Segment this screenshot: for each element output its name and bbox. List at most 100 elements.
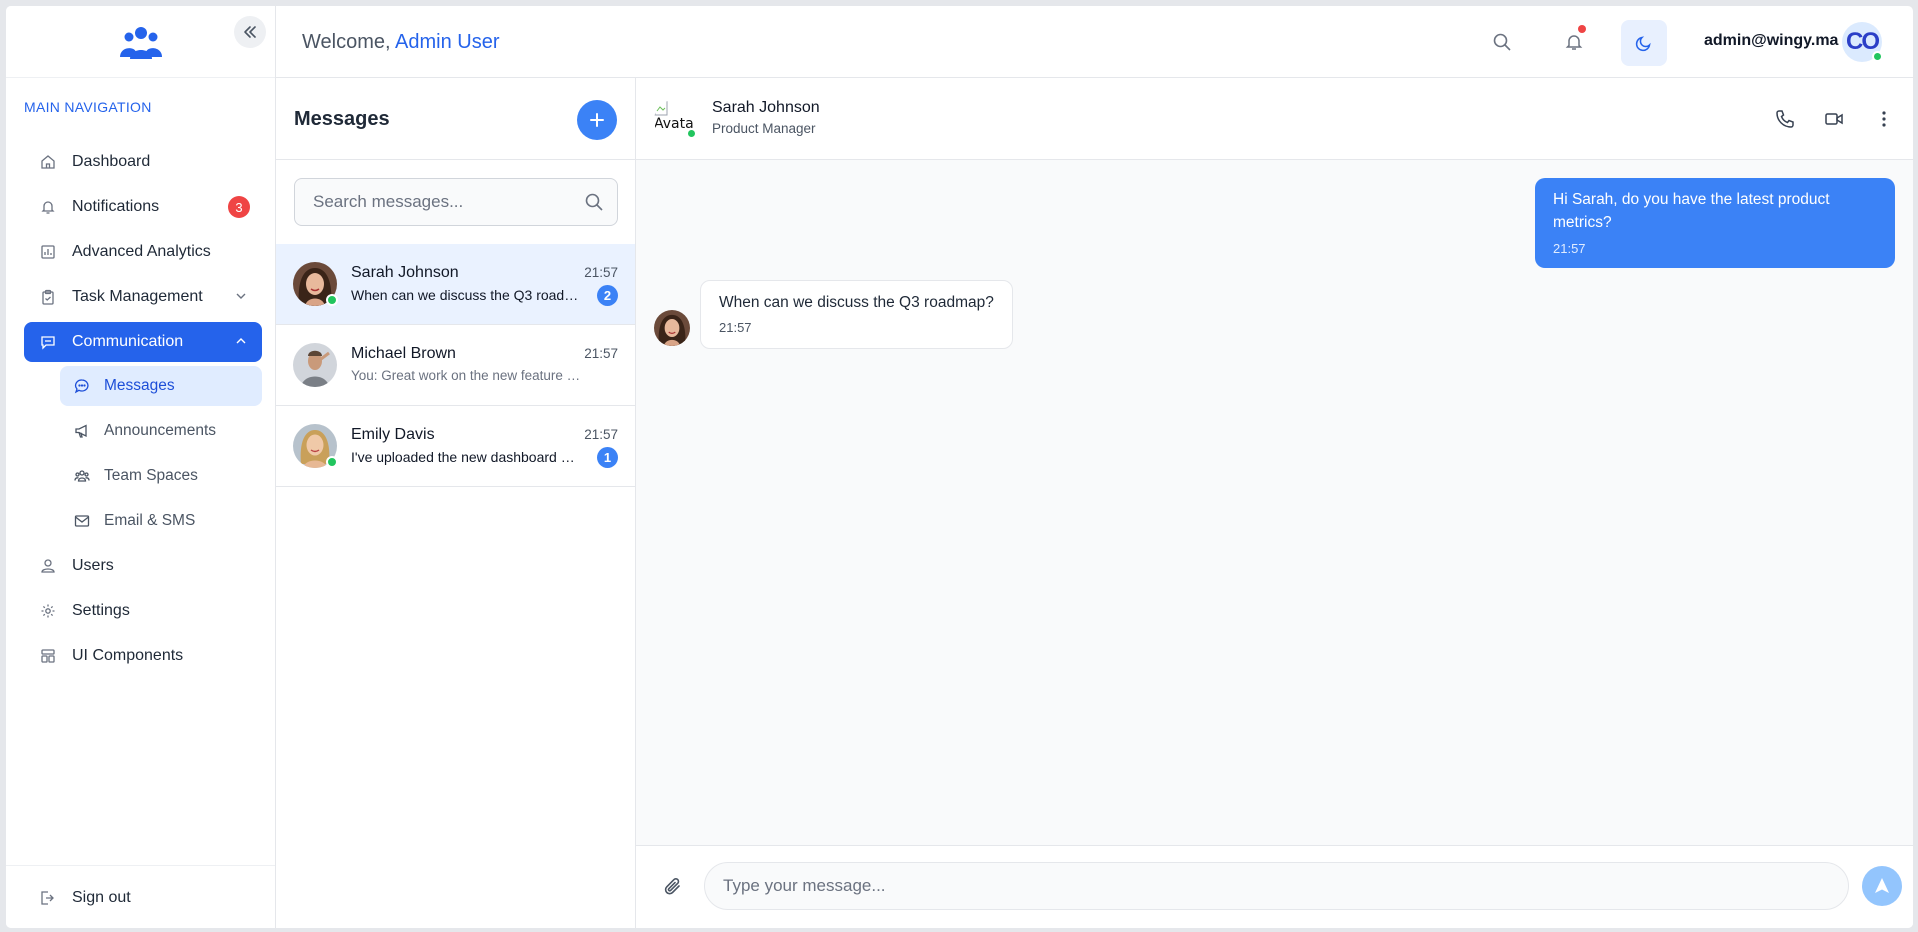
- sidebar-subitem-team-spaces[interactable]: Team Spaces: [60, 456, 262, 496]
- sidebar-subitem-label: Email & SMS: [104, 512, 196, 529]
- gear-icon: [39, 602, 57, 620]
- conversation-list-header: Messages: [276, 78, 635, 160]
- new-message-button[interactable]: [577, 100, 617, 140]
- megaphone-icon: [74, 423, 90, 439]
- unread-count-badge: 1: [597, 447, 618, 468]
- conversation-time: 21:57: [584, 346, 618, 361]
- conversation-preview: You: Great work on the new feature imple…: [351, 368, 581, 383]
- conversation-time: 21:57: [584, 427, 618, 442]
- notification-dot: [1578, 25, 1586, 33]
- sidebar-divider: [6, 865, 275, 866]
- send-button[interactable]: [1862, 866, 1902, 906]
- sidebar-item-settings[interactable]: Settings: [24, 591, 262, 631]
- search-icon: [1493, 33, 1511, 51]
- sidebar-item-ui-components[interactable]: UI Components: [24, 636, 262, 676]
- chat-header: Avatar Sarah Johnson Product Manager: [636, 78, 1913, 160]
- conversation-list-panel: Messages Sarah Johns: [276, 78, 636, 928]
- conversation-name: Emily Davis: [351, 426, 435, 443]
- message-icon: [74, 378, 90, 394]
- sender-avatar: [654, 310, 690, 346]
- conversation-item-sarah-johnson[interactable]: Sarah Johnson 21:57 When can we discuss …: [276, 244, 635, 325]
- welcome-prefix: Welcome,: [302, 31, 391, 53]
- global-search-button[interactable]: [1486, 26, 1518, 58]
- sidebar-subitem-label: Announcements: [104, 422, 217, 439]
- user-email[interactable]: admin@wingy.ma: [1704, 32, 1838, 50]
- sidebar-item-label: Communication: [72, 333, 184, 350]
- users-icon: [39, 557, 57, 575]
- preview-text: Great work on the new feature implementa…: [381, 368, 581, 383]
- collapse-sidebar-button[interactable]: [234, 16, 266, 48]
- sidebar-item-label: Advanced Analytics: [72, 243, 211, 260]
- search-messages-input[interactable]: [294, 178, 618, 226]
- unread-count-badge: 2: [597, 285, 618, 306]
- sidebar-item-label: Users: [72, 557, 114, 574]
- sidebar-item-users[interactable]: Users: [24, 546, 262, 586]
- chat-icon: [39, 333, 57, 351]
- chevron-up-icon: [236, 338, 246, 344]
- contact-role: Product Manager: [712, 121, 816, 136]
- phone-icon: [1776, 110, 1794, 128]
- video-camera-icon: [1825, 113, 1843, 125]
- voice-call-button[interactable]: [1772, 106, 1798, 132]
- message-time: 21:57: [1553, 241, 1586, 256]
- search-icon: [585, 193, 603, 211]
- online-indicator: [686, 128, 697, 139]
- send-icon: [1875, 878, 1889, 893]
- sign-out-button[interactable]: Sign out: [24, 878, 262, 918]
- sidebar-item-label: Task Management: [72, 288, 203, 305]
- sidebar-item-task-management[interactable]: Task Management: [24, 277, 262, 317]
- sidebar-subitem-email-sms[interactable]: Email & SMS: [60, 501, 262, 541]
- app-window: MAIN NAVIGATION Dashboard Notifications …: [5, 5, 1914, 929]
- conversation-preview: When can we discuss the Q3 roadmap?: [351, 287, 581, 303]
- message-time: 21:57: [719, 320, 752, 335]
- sidebar-item-communication[interactable]: Communication: [24, 322, 262, 362]
- message-bubble-outgoing: Hi Sarah, do you have the latest product…: [1535, 178, 1895, 268]
- messages-title: Messages: [294, 108, 390, 130]
- paperclip-icon[interactable]: [662, 876, 684, 898]
- sidebar-subitem-label: Messages: [104, 377, 175, 394]
- sidebar-item-dashboard[interactable]: Dashboard: [24, 142, 262, 182]
- plus-icon: [590, 113, 604, 127]
- sidebar: MAIN NAVIGATION Dashboard Notifications …: [6, 6, 276, 928]
- conversation-preview: I've uploaded the new dashboard mockups: [351, 449, 581, 465]
- sidebar-subitem-announcements[interactable]: Announcements: [60, 411, 262, 451]
- conversation-name: Michael Brown: [351, 345, 456, 362]
- video-call-button[interactable]: [1821, 106, 1847, 132]
- online-indicator: [326, 456, 338, 468]
- vertical-dots-icon: [1882, 111, 1886, 127]
- components-icon: [39, 647, 57, 665]
- chevron-down-icon: [236, 293, 246, 299]
- online-indicator: [326, 294, 338, 306]
- sidebar-item-label: Settings: [72, 602, 130, 619]
- theme-toggle-button[interactable]: [1621, 20, 1667, 66]
- sign-out-label: Sign out: [72, 889, 131, 906]
- sidebar-subitem-label: Team Spaces: [104, 467, 198, 484]
- conversation-time: 21:57: [584, 265, 618, 280]
- sidebar-subitem-messages[interactable]: Messages: [60, 366, 262, 406]
- moon-icon: [1635, 36, 1651, 52]
- main-navigation: Dashboard Notifications 3 Advanced Analy…: [24, 142, 262, 681]
- chat-panel: Avatar Sarah Johnson Product Manager Hi …: [636, 78, 1913, 928]
- conversation-item-michael-brown[interactable]: Michael Brown 21:57 You: Great work on t…: [276, 325, 635, 406]
- preview-sender-prefix: You:: [351, 368, 382, 383]
- message-input[interactable]: [704, 862, 1849, 910]
- conversation-name: Sarah Johnson: [351, 264, 459, 281]
- sidebar-item-notifications[interactable]: Notifications 3: [24, 187, 262, 227]
- sidebar-item-advanced-analytics[interactable]: Advanced Analytics: [24, 232, 262, 272]
- message-composer: [636, 845, 1913, 928]
- message-bubble-incoming: When can we discuss the Q3 roadmap? 21:5…: [700, 280, 1013, 349]
- bell-icon: [39, 198, 57, 216]
- welcome-message: Welcome, Admin User: [302, 31, 499, 54]
- logout-icon: [39, 889, 57, 907]
- user-online-indicator: [1872, 51, 1883, 62]
- nav-section-label: MAIN NAVIGATION: [24, 99, 152, 115]
- team-icon: [74, 468, 90, 484]
- avatar: [293, 343, 337, 387]
- more-options-button[interactable]: [1871, 106, 1897, 132]
- conversation-list: Sarah Johnson 21:57 When can we discuss …: [276, 244, 635, 487]
- conversation-item-emily-davis[interactable]: Emily Davis 21:57 I've uploaded the new …: [276, 406, 635, 487]
- top-bar: Welcome, Admin User admin@wingy.ma CO: [276, 6, 1913, 78]
- notifications-button[interactable]: [1558, 25, 1590, 58]
- chart-icon: [39, 243, 57, 261]
- communication-submenu: Messages Announcements Team Spaces Email…: [60, 366, 262, 541]
